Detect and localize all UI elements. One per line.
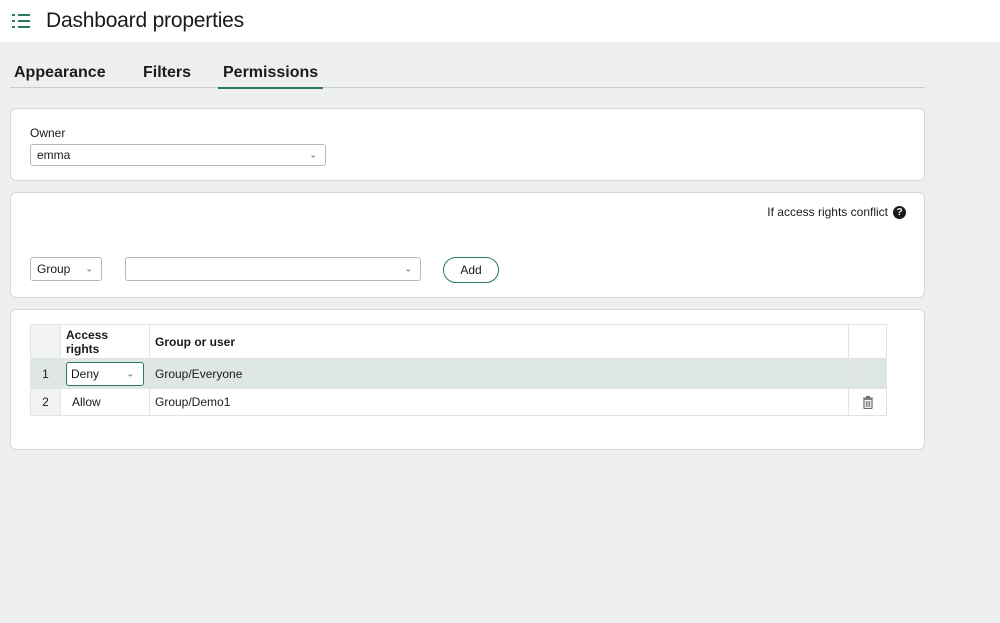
access-rights-cell[interactable]: Allow: [60, 388, 150, 416]
table-row[interactable]: 1 Deny ⌄ Group/Everyone: [30, 358, 887, 389]
access-rights-select[interactable]: Deny ⌄: [66, 361, 144, 386]
row-number: 2: [30, 388, 61, 416]
trash-icon[interactable]: [862, 395, 874, 409]
table-row[interactable]: 2 Allow Group/Demo1: [30, 388, 887, 416]
member-cell: Group/Demo1: [149, 388, 849, 416]
action-cell: [848, 358, 887, 389]
tab-permissions[interactable]: Permissions: [218, 64, 324, 89]
add-permission-card: If access rights conflict ? Group ⌄ ⌄ Ad…: [10, 192, 925, 298]
column-header-actions: [848, 324, 887, 359]
conflict-label: If access rights conflict: [767, 205, 888, 219]
conflict-setting[interactable]: If access rights conflict ?: [767, 205, 906, 219]
add-button[interactable]: Add: [443, 257, 499, 283]
principal-type-value: Group: [37, 262, 71, 276]
table-header-row: Access rights Group or user: [30, 324, 887, 359]
access-rights-value: Deny: [71, 366, 100, 381]
chevron-down-icon: ⌄: [309, 149, 317, 160]
owner-value: emma: [37, 148, 71, 162]
tab-appearance[interactable]: Appearance: [14, 64, 106, 82]
access-rights-value: Allow: [72, 395, 101, 409]
member-cell: Group/Everyone: [149, 358, 849, 389]
help-icon[interactable]: ?: [893, 205, 906, 219]
chevron-down-icon: ⌄: [126, 368, 134, 378]
page-title: Dashboard properties: [46, 9, 244, 32]
access-rights-cell: Deny ⌄: [60, 358, 150, 389]
owner-select[interactable]: emma ⌄: [30, 144, 326, 166]
action-cell: [848, 388, 887, 416]
chevron-down-icon: ⌄: [85, 263, 93, 274]
permissions-table: Access rights Group or user 1 Deny ⌄ Gro…: [30, 324, 887, 416]
tab-bar: Appearance Filters Permissions: [10, 60, 925, 89]
column-header-access-rights[interactable]: Access rights: [60, 324, 150, 359]
principal-type-select[interactable]: Group ⌄: [30, 257, 102, 281]
chevron-down-icon: ⌄: [404, 263, 412, 274]
tab-filters[interactable]: Filters: [143, 64, 191, 82]
column-header-group-or-user[interactable]: Group or user: [149, 324, 849, 359]
row-number-header: [30, 324, 61, 359]
owner-label: Owner: [30, 126, 66, 140]
owner-card: Owner emma ⌄: [10, 108, 925, 181]
row-number: 1: [30, 358, 61, 389]
permissions-card: Access rights Group or user 1 Deny ⌄ Gro…: [10, 309, 925, 450]
principal-select[interactable]: ⌄: [125, 257, 421, 281]
list-icon[interactable]: [12, 14, 30, 28]
page-header: Dashboard properties: [0, 0, 1000, 42]
